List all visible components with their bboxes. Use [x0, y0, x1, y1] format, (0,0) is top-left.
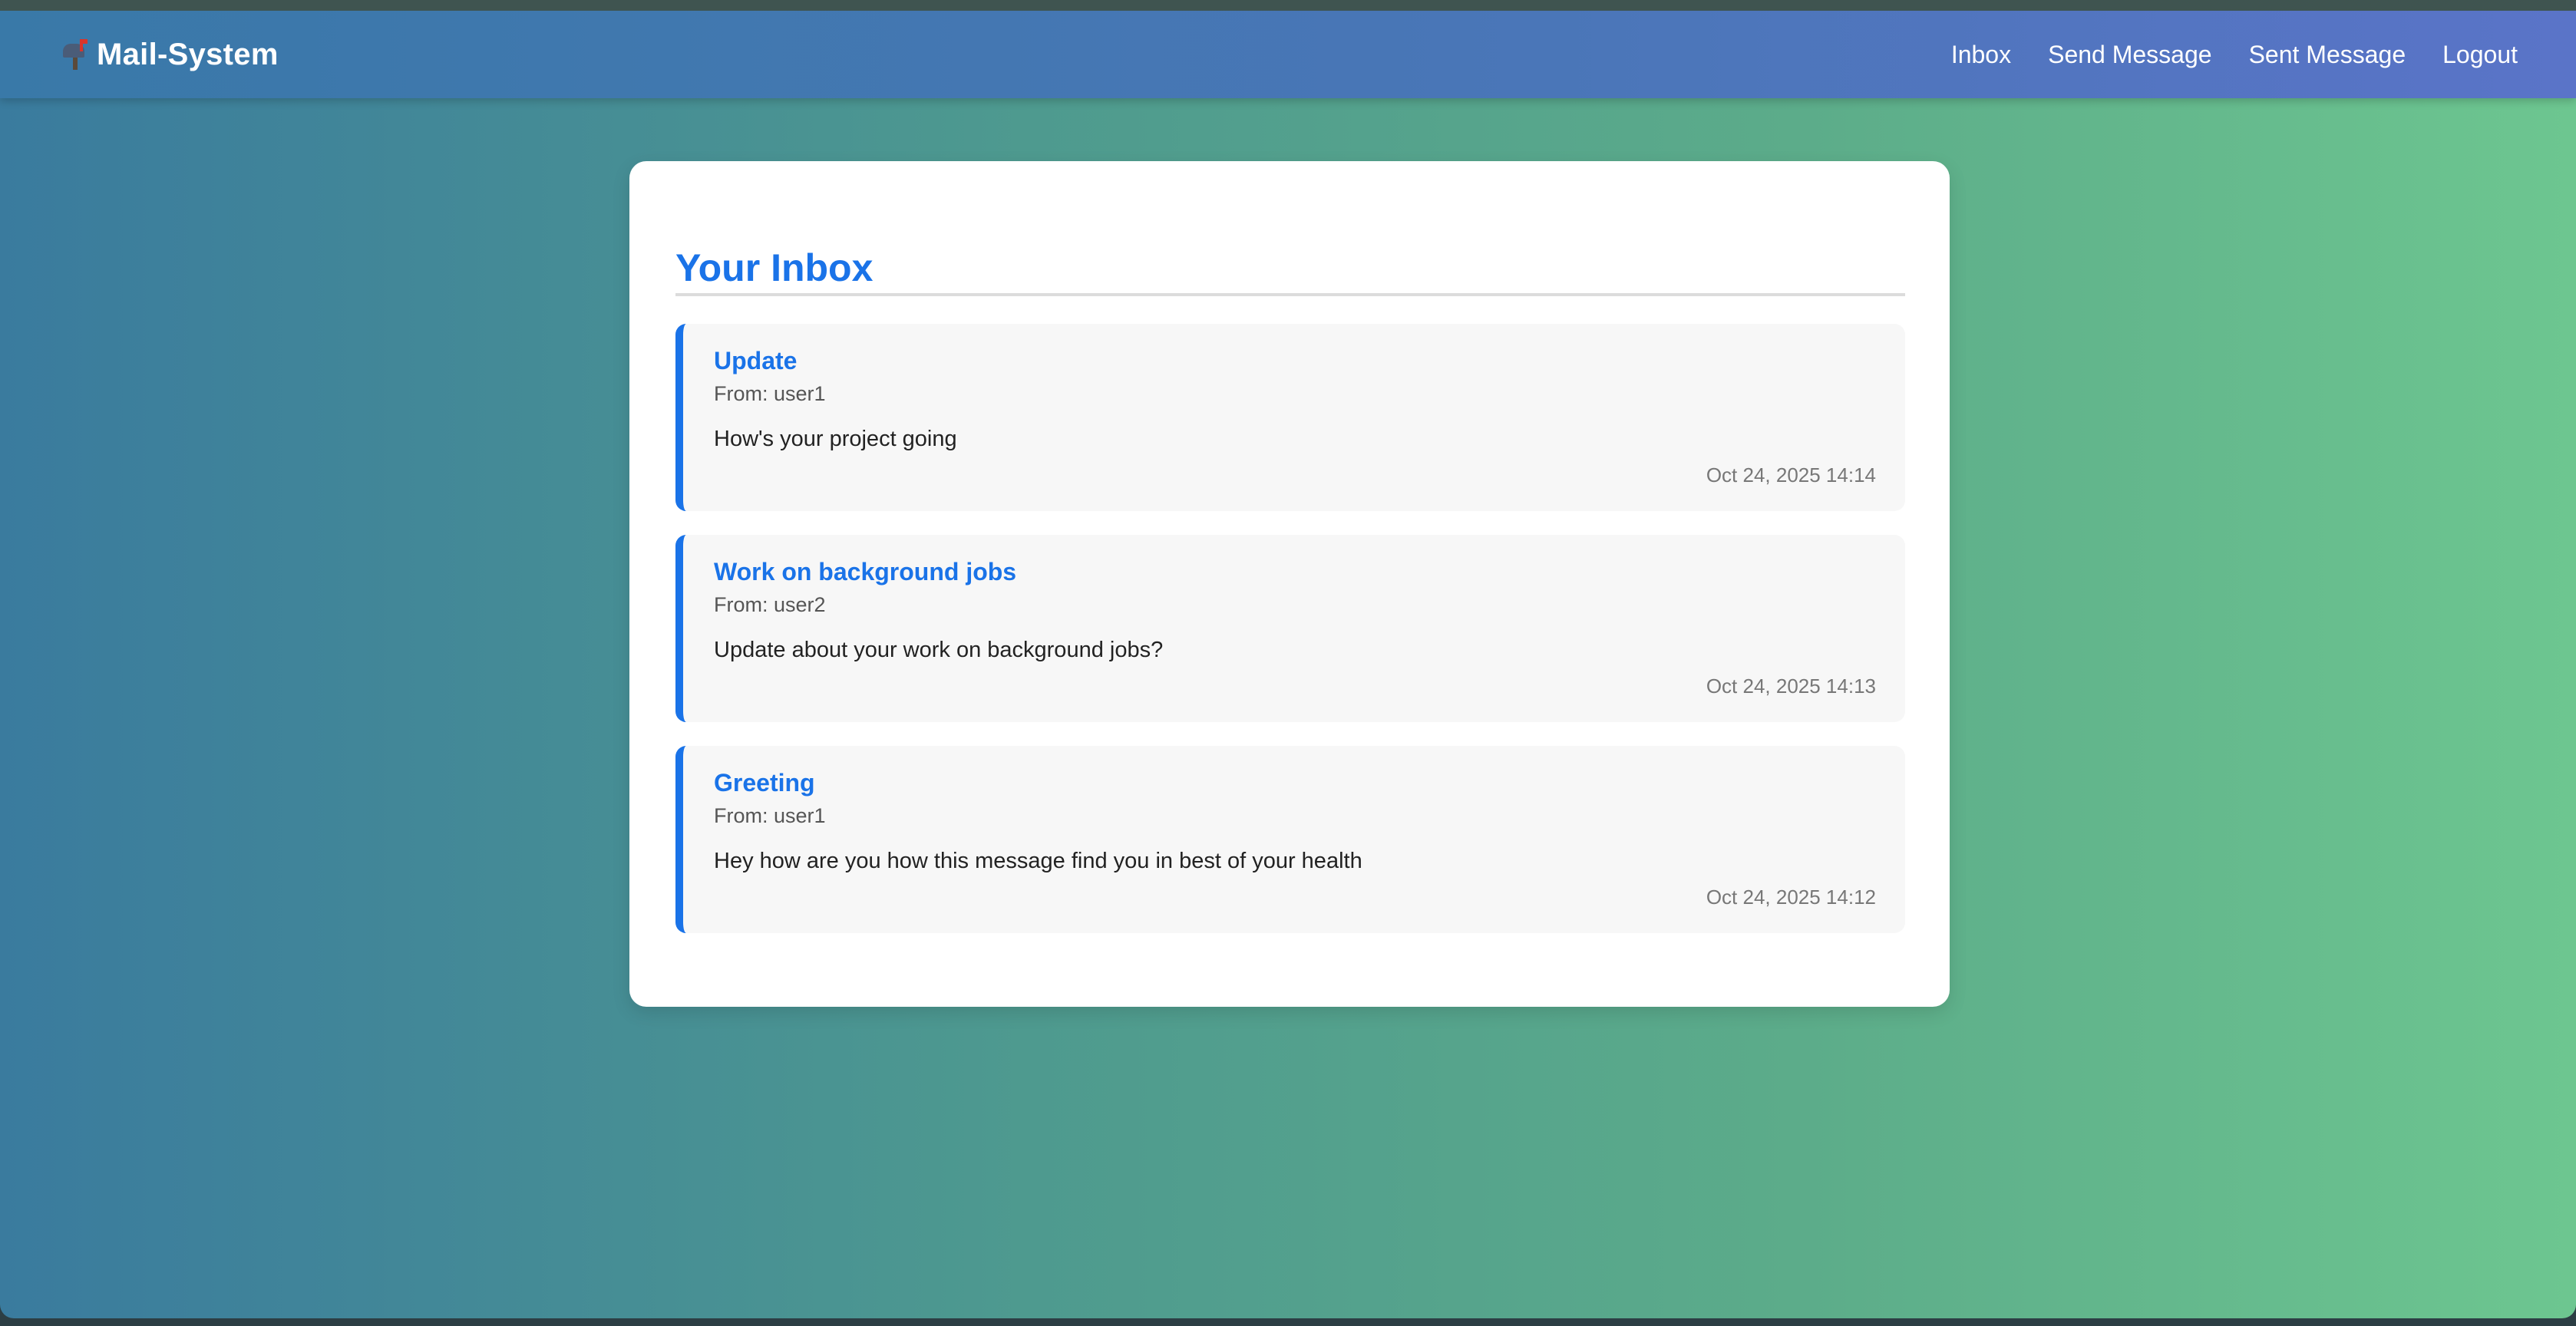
message-sender: From: user2: [714, 593, 826, 616]
message-item[interactable]: Work on background jobs From: user2 Upda…: [675, 535, 1905, 722]
brand-name: Mail-System: [97, 37, 279, 71]
message-timestamp: Oct 24, 2025 14:12: [1706, 886, 1876, 909]
message-sender: From: user1: [714, 804, 826, 827]
nav-link-sent-message[interactable]: Sent Message: [2249, 41, 2406, 69]
message-timestamp: Oct 24, 2025 14:14: [1706, 463, 1876, 487]
message-body: Update about your work on background job…: [714, 638, 1164, 662]
message-sender: From: user1: [714, 382, 826, 405]
message-subject: Work on background jobs: [714, 558, 1017, 585]
title-divider: [675, 293, 1905, 296]
window-top-strip: [0, 0, 2576, 11]
message-subject: Update: [714, 347, 798, 374]
message-item[interactable]: Greeting From: user1 Hey how are you how…: [675, 746, 1905, 933]
message-item[interactable]: Update From: user1 How's your project go…: [675, 324, 1905, 511]
brand[interactable]: Mail-System: [61, 36, 279, 73]
nav-link-inbox[interactable]: Inbox: [1951, 41, 2011, 69]
message-timestamp: Oct 24, 2025 14:13: [1706, 675, 1876, 698]
message-body: How's your project going: [714, 427, 957, 451]
message-subject: Greeting: [714, 769, 815, 797]
nav-link-send-message[interactable]: Send Message: [2048, 41, 2211, 69]
nav-link-logout[interactable]: Logout: [2442, 41, 2518, 69]
main-nav: Inbox Send Message Sent Message Logout: [1951, 36, 2518, 73]
navbar: Mail-System Inbox Send Message Sent Mess…: [0, 11, 2576, 98]
page-title: Your Inbox: [675, 246, 874, 289]
mailbox-icon: [61, 39, 89, 70]
message-body: Hey how are you how this message find yo…: [714, 849, 1362, 873]
inbox-card: Your Inbox Update From: user1 How's your…: [629, 161, 1950, 1007]
page: Mail-System Inbox Send Message Sent Mess…: [0, 11, 2576, 1318]
